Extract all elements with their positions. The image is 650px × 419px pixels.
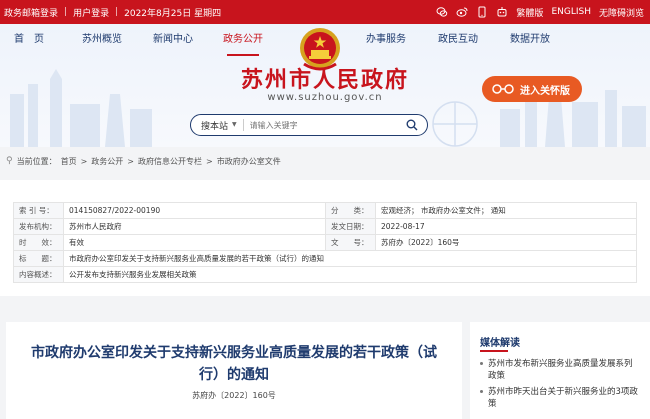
article-doc-number: 苏府办〔2022〕160号 <box>192 391 276 400</box>
table-row: 发布机构： 苏州市人民政府 发文日期： 2022-08-17 <box>13 218 637 235</box>
breadcrumb: ⚲ 当前位置： 首页 > 政务公开 > 政府信息公开专栏 > 市政府办公室文件 <box>0 150 650 172</box>
title-value: 市政府办公室印发关于支持新兴服务业高质量发展的若干政策（试行）的通知 <box>63 250 637 267</box>
heading-underline <box>480 350 508 352</box>
search-bar: 搜本站 ▼ <box>190 114 428 136</box>
article-title: 市政府办公室印发关于支持新兴服务业高质量发展的若干政策（试 行）的通知 <box>16 342 452 386</box>
article-title-line-1: 市政府办公室印发关于支持新兴服务业高质量发展的若干政策（试 <box>31 345 437 361</box>
index-no-label: 索 引 号： <box>13 202 64 219</box>
publisher-value: 苏州市人民政府 <box>63 218 326 235</box>
search-input[interactable] <box>243 120 397 130</box>
validity-value: 有效 <box>63 234 326 251</box>
document-info-table: 索 引 号： 014150827/2022-00190 分 类： 宏观经济； 市… <box>13 202 637 283</box>
gov-mail-login-link[interactable]: 政务邮箱登录 <box>4 6 58 19</box>
breadcrumb-item-office-documents[interactable]: 市政府办公室文件 <box>217 156 281 167</box>
index-no-value: 014150827/2022-00190 <box>63 202 326 219</box>
weibo-icon[interactable] <box>456 6 468 18</box>
chevron-down-icon[interactable]: ▼ <box>232 119 244 131</box>
site-header: 首 页 苏州概览 新闻中心 政务公开 办事服务 政民互动 数据开放 苏州市人民政… <box>0 24 650 147</box>
location-pin-icon: ⚲ <box>6 156 13 166</box>
nav-government-affairs[interactable]: 政务公开 <box>223 28 263 56</box>
table-row: 时 效： 有效 文 号： 苏府办〔2022〕160号 <box>13 234 637 251</box>
summary-value: 公开发布支持新兴服务业发展相关政策 <box>63 266 637 283</box>
nav-suzhou-overview[interactable]: 苏州概览 <box>82 28 122 52</box>
breadcrumb-separator: > <box>127 156 134 166</box>
nav-open-data[interactable]: 数据开放 <box>510 28 550 52</box>
breadcrumb-item-home[interactable]: 首页 <box>61 156 77 167</box>
divider: | <box>64 7 68 17</box>
issue-date-label: 发文日期： <box>325 218 376 235</box>
nav-services[interactable]: 办事服务 <box>366 28 406 52</box>
search-icon <box>406 119 418 131</box>
doc-number-value: 苏府办〔2022〕160号 <box>375 234 637 251</box>
nav-interaction[interactable]: 政民互动 <box>438 28 478 52</box>
breadcrumb-separator: > <box>80 156 88 166</box>
media-interpretation-heading: 媒体解读 <box>480 338 520 349</box>
search-button[interactable] <box>397 116 427 135</box>
breadcrumb-item-government-affairs[interactable]: 政务公开 <box>91 156 123 167</box>
doc-number-label: 文 号： <box>325 234 376 251</box>
table-row: 标 题： 市政府办公室印发关于支持新兴服务业高质量发展的若干政策（试行）的通知 <box>13 250 637 267</box>
wechat-icon[interactable] <box>436 6 448 18</box>
glasses-icon <box>492 84 514 94</box>
publisher-label: 发布机构： <box>13 218 64 235</box>
robot-icon[interactable] <box>496 6 508 18</box>
care-mode-button[interactable]: 进入关怀版 <box>482 76 582 102</box>
table-row: 内容概述： 公开发布支持新兴服务业发展相关政策 <box>13 266 637 283</box>
divider: | <box>115 7 119 17</box>
english-link[interactable]: ENGLISH <box>551 7 591 17</box>
list-item[interactable]: 苏州市昨天出台关于新兴服务业的3项政策 <box>480 386 640 410</box>
care-mode-label: 进入关怀版 <box>520 85 570 97</box>
accessible-browsing-link[interactable]: 无障碍浏览 <box>599 6 644 19</box>
summary-label: 内容概述： <box>13 266 64 283</box>
nav-home[interactable]: 首 页 <box>14 28 44 52</box>
title-label: 标 题： <box>13 250 64 267</box>
category-label: 分 类： <box>325 202 376 219</box>
category-value: 宏观经济； 市政府办公室文件； 通知 <box>375 202 637 219</box>
issue-date-value: 2022-08-17 <box>375 218 637 235</box>
document-info-panel: 索 引 号： 014150827/2022-00190 分 类： 宏观经济； 市… <box>0 180 650 296</box>
breadcrumb-item-info-column[interactable]: 政府信息公开专栏 <box>138 156 202 167</box>
media-interpretation-panel: 媒体解读 苏州市发布新兴服务业高质量发展系列政策 苏州市昨天出台关于新兴服务业的… <box>470 322 650 419</box>
table-row: 索 引 号： 014150827/2022-00190 分 类： 宏观经济； 市… <box>13 202 637 219</box>
top-utility-bar: 政务邮箱登录 | 用户登录 | 2022年8月25日 星期四 繁體版 ENGLI… <box>0 0 650 24</box>
list-item[interactable]: 苏州市发布新兴服务业高质量发展系列政策 <box>480 358 640 382</box>
breadcrumb-separator: > <box>206 156 213 166</box>
breadcrumb-prefix: 当前位置： <box>16 156 57 166</box>
nav-news-center[interactable]: 新闻中心 <box>153 28 193 52</box>
current-date: 2022年8月25日 星期四 <box>124 8 222 19</box>
article-title-line-2: 行）的通知 <box>199 367 269 383</box>
search-scope-select[interactable]: 搜本站 <box>191 119 232 132</box>
validity-label: 时 效： <box>13 234 64 251</box>
mobile-icon[interactable] <box>476 6 488 18</box>
traditional-chinese-link[interactable]: 繁體版 <box>516 6 543 19</box>
article-panel: 市政府办公室印发关于支持新兴服务业高质量发展的若干政策（试 行）的通知 苏府办〔… <box>6 322 462 419</box>
user-login-link[interactable]: 用户登录 <box>73 6 109 19</box>
